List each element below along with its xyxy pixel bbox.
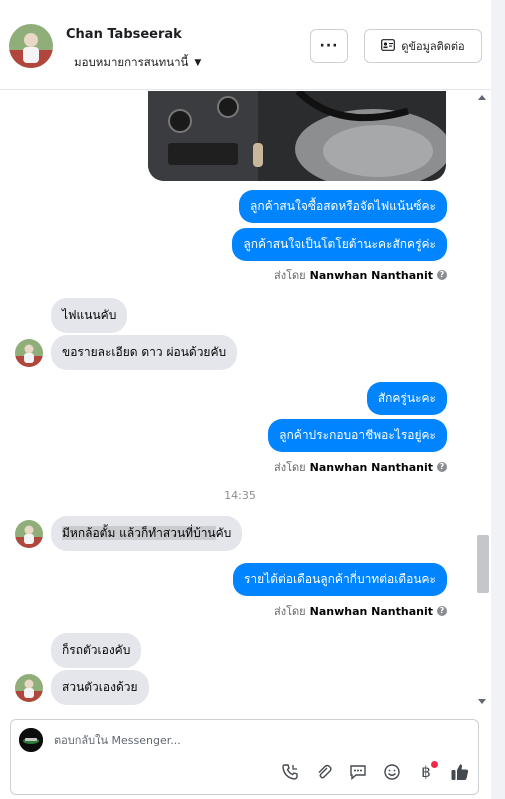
notification-dot [431,761,438,768]
info-icon[interactable]: ? [437,270,447,280]
car-interior-photo[interactable] [148,91,446,181]
message-thread[interactable]: ลูกค้าสนใจซื้อสดหรือจัดไฟแน้นซ์คะ ลูกค้า… [0,91,475,708]
scroll-down-arrow-icon[interactable] [478,699,486,704]
sent-by-label: ส่งโดย Nanwhan Nanthanit ? [274,266,447,284]
caret-down-icon: ▼ [194,58,202,68]
conversation-header: Chan Tabseerak มอบหมายการสนทนานี้ ▼ ··· … [0,0,491,90]
incoming-message[interactable]: มีหกล้อตั้ม แล้วก็ทำสวนที่บ้านคับ [51,516,243,551]
outgoing-message[interactable]: รายได้ต่อเดือนลูกค้ากี่บาทต่อเดือนคะ [232,563,447,596]
agent-name: Nanwhan Nanthanit [309,604,433,618]
contact-avatar-small [15,339,43,367]
incoming-message[interactable]: สวนตัวเองด้วย [51,670,149,705]
window-edge [491,0,505,799]
sent-by-prefix: ส่งโดย [274,605,306,618]
scroll-up-arrow-icon[interactable] [478,95,486,100]
contact-avatar[interactable] [9,24,53,68]
assign-label: มอบหมายการสนทนานี้ [74,55,189,69]
incoming-message[interactable]: ขอรายละเอียด ดาว ผ่อนด้วยคับ [51,335,238,370]
emoji-icon[interactable] [382,762,402,782]
timestamp: 14:35 [224,489,256,502]
thread-scrollbar[interactable] [475,91,491,708]
outgoing-message[interactable]: ลูกค้าประกอบอาชีพอะไรอยู่คะ [268,419,447,452]
agent-name: Nanwhan Nanthanit [309,460,433,474]
outgoing-message[interactable]: ลูกค้าสนใจซื้อสดหรือจัดไฟแน้นซ์คะ [239,190,447,223]
info-icon[interactable]: ? [437,462,447,472]
incoming-message[interactable]: ไฟแนนคับ [51,298,128,333]
contact-card-icon [381,38,396,54]
reply-input[interactable] [54,734,354,747]
payment-icon[interactable]: ฿ [416,761,438,782]
attach-icon[interactable] [314,762,334,782]
highlighted-text: มีหกล้อตั้ม แล้วก็ทำสวนที่บ้าน [62,526,216,540]
message-text: คับ [215,526,232,540]
outgoing-message[interactable]: ลูกค้าสนใจเป็นโตโยต้านะคะสักครู่ค่ะ [232,228,447,261]
info-icon[interactable]: ? [437,606,447,616]
agent-name: Nanwhan Nanthanit [309,268,433,282]
sent-by-prefix: ส่งโดย [274,269,306,282]
assign-conversation-dropdown[interactable]: มอบหมายการสนทนานี้ ▼ [74,54,201,72]
contact-avatar-small [15,674,43,702]
incoming-message[interactable]: ก็รถตัวเองคับ [51,633,142,668]
thumbs-up-icon[interactable] [450,762,470,782]
scroll-thumb[interactable] [477,535,489,593]
page-avatar [19,728,43,752]
composer-toolbar: ฿ [280,761,470,782]
call-icon[interactable] [280,762,300,782]
sent-by-label: ส่งโดย Nanwhan Nanthanit ? [274,458,447,476]
sent-by-prefix: ส่งโดย [274,461,306,474]
messenger-inbox-panel: Chan Tabseerak มอบหมายการสนทนานี้ ▼ ··· … [0,0,491,799]
more-options-button[interactable]: ··· [310,29,348,63]
outgoing-message[interactable]: สักครู่นะคะ [366,382,447,415]
reply-composer: ฿ [10,719,479,795]
contact-name[interactable]: Chan Tabseerak [66,27,182,42]
contact-info-label: ดูข้อมูลติดต่อ [401,40,465,53]
view-contact-info-button[interactable]: ดูข้อมูลติดต่อ [364,29,482,63]
sent-by-label: ส่งโดย Nanwhan Nanthanit ? [274,602,447,620]
saved-reply-icon[interactable] [348,762,368,782]
contact-avatar-small [15,520,43,548]
